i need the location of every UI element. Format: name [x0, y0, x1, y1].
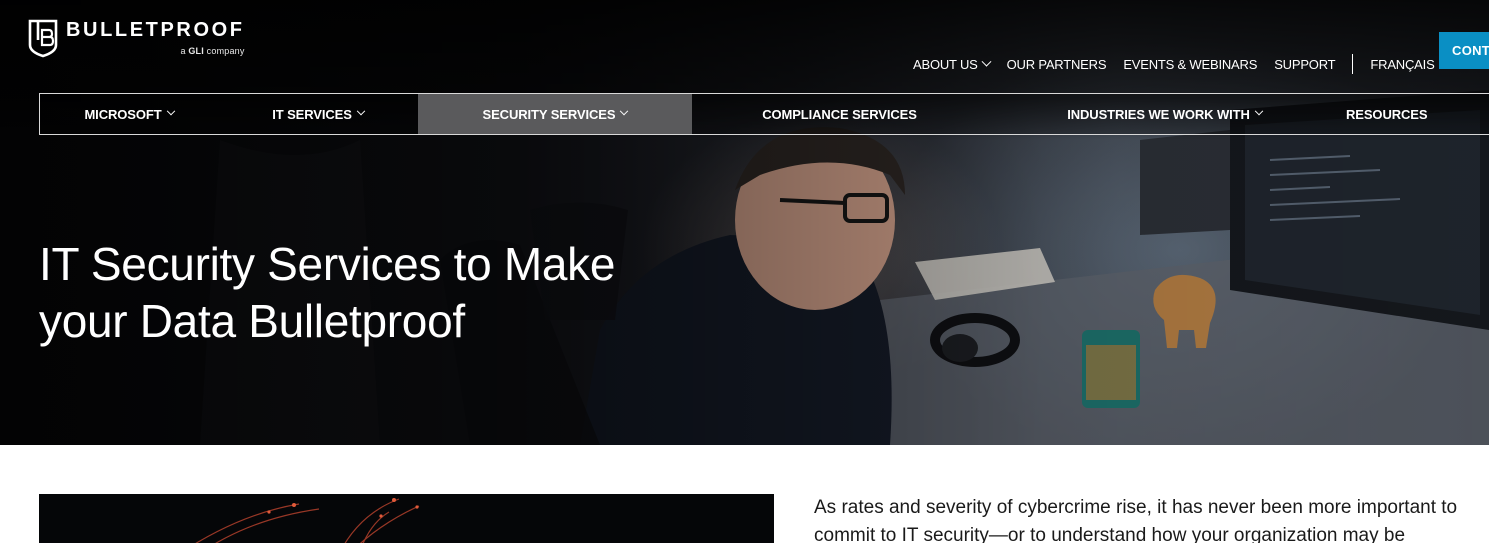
chevron-down-icon [356, 106, 366, 116]
nav-microsoft[interactable]: MICROSOFT [40, 94, 218, 134]
bulletproof-shield-icon [28, 19, 58, 58]
language-switch-francais[interactable]: FRANÇAIS [1370, 57, 1434, 72]
network-lines-graphic [195, 498, 420, 543]
nav-security-services[interactable]: SECURITY SERVICES [418, 94, 692, 134]
chevron-down-icon [981, 56, 992, 67]
nav-compliance-services[interactable]: COMPLIANCE SERVICES [692, 94, 987, 134]
intro-paragraph: As rates and severity of cybercrime rise… [814, 497, 1458, 543]
utility-nav: ABOUT US OUR PARTNERS EVENTS & WEBINARS … [913, 54, 1452, 74]
chevron-down-icon [620, 106, 629, 116]
nav-it-services[interactable]: IT SERVICES [218, 94, 418, 134]
util-nav-support[interactable]: SUPPORT [1274, 57, 1335, 72]
util-nav-about-us[interactable]: ABOUT US [913, 56, 992, 72]
util-nav-events-webinars[interactable]: EVENTS & WEBINARS [1123, 57, 1257, 72]
brand-tagline: a GLI company [180, 46, 245, 56]
brand-name: BULLETPROOF [66, 19, 245, 41]
site-logo[interactable]: BULLETPROOF a GLI company [28, 18, 245, 58]
chevron-down-icon [166, 106, 175, 116]
nav-resources[interactable]: RESOURCES [1342, 94, 1489, 134]
chevron-down-icon [1254, 106, 1264, 116]
contact-button[interactable]: CONTA [1439, 32, 1489, 69]
util-nav-our-partners[interactable]: OUR PARTNERS [1007, 57, 1107, 72]
page-title: IT Security Services to Make your Data B… [39, 238, 616, 347]
nav-divider [1352, 54, 1354, 74]
main-nav: MICROSOFT IT SERVICES SECURITY SERVICES … [39, 93, 1489, 135]
feature-image [39, 494, 774, 543]
nav-industries[interactable]: INDUSTRIES WE WORK WITH [987, 94, 1342, 134]
